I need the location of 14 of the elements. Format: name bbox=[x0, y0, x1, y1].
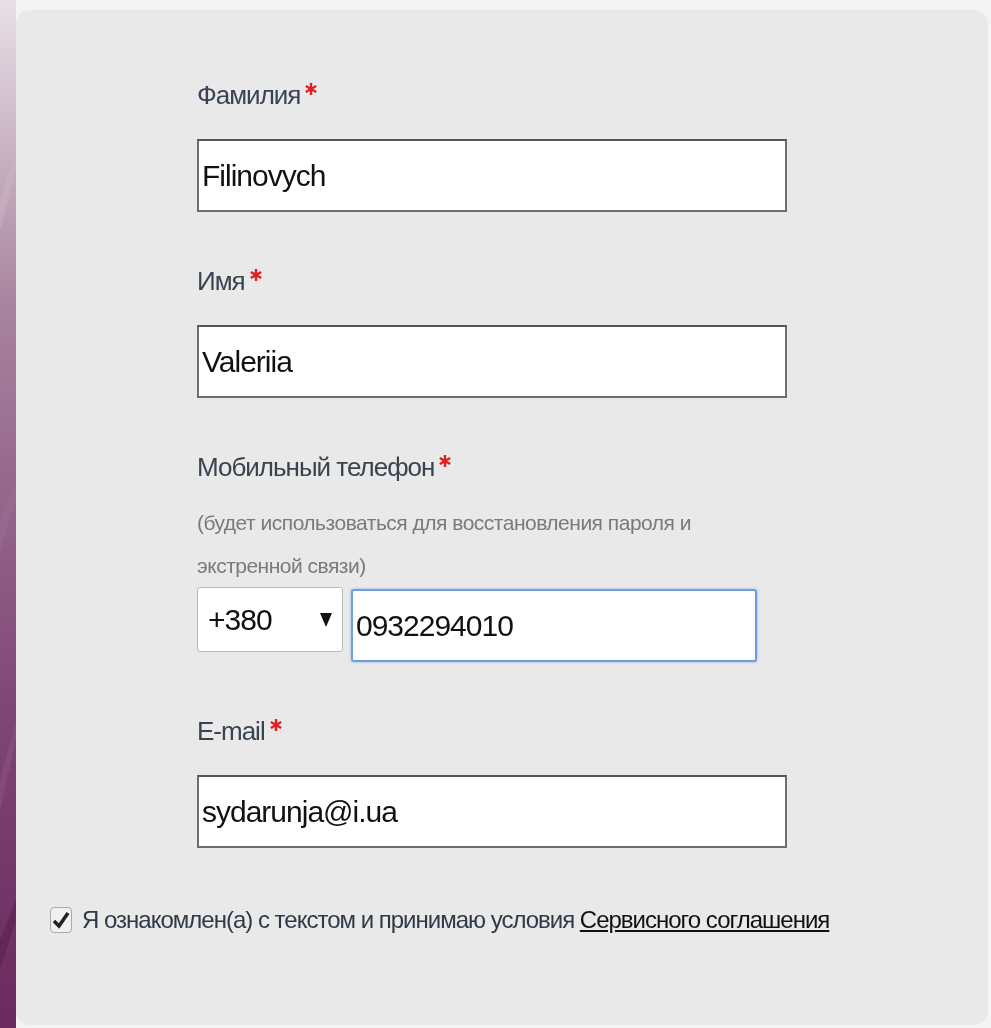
agreement-text: Я ознакомлен(а) с текстом и принимаю условия Сервисного соглашения bbox=[82, 906, 830, 934]
field-label: E-mail bbox=[197, 716, 265, 747]
phone-field[interactable]: 0932294010 bbox=[351, 589, 757, 662]
input-field[interactable]: Valeriia bbox=[197, 325, 787, 398]
agreement-link[interactable]: Сервисного соглашения bbox=[579, 906, 830, 933]
input-field[interactable]: sydarunja@i.ua bbox=[197, 775, 787, 848]
field-label: Имя bbox=[197, 266, 245, 297]
field-label: Мобильный телефон bbox=[197, 452, 435, 483]
hint-text: (будет использоваться для восстановления пароля и экстренной связи) bbox=[197, 510, 692, 579]
caret-icon bbox=[320, 612, 332, 627]
country-code-select[interactable]: +380 bbox=[197, 587, 343, 652]
input-field[interactable]: Filinovych bbox=[197, 139, 787, 212]
field-label: Фамилия bbox=[197, 80, 301, 111]
agreement-checkbox[interactable] bbox=[50, 907, 72, 933]
